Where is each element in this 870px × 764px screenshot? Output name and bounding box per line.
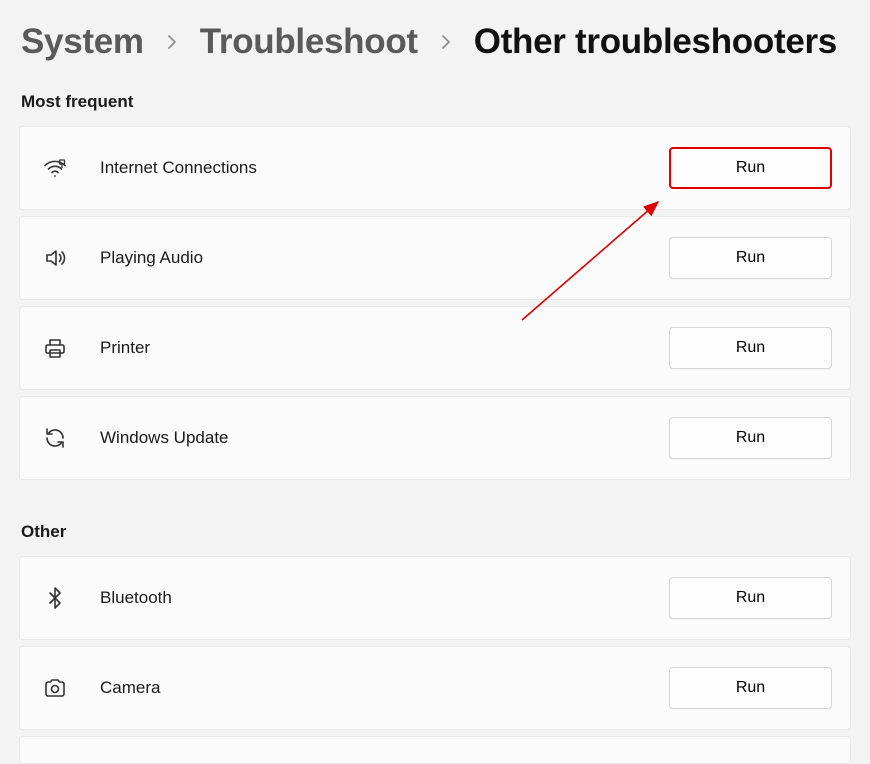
row-internet-connections: Internet Connections Run: [19, 126, 851, 210]
section-header-frequent: Most frequent: [0, 62, 870, 126]
frequent-list: Internet Connections Run Playing Audio R…: [0, 126, 870, 480]
camera-icon: [40, 673, 70, 703]
row-label: Windows Update: [100, 428, 229, 448]
row-label: Internet Connections: [100, 158, 257, 178]
breadcrumb: System Troubleshoot Other troubleshooter…: [0, 0, 870, 62]
chevron-right-icon: [438, 34, 454, 50]
run-button-printer[interactable]: Run: [669, 327, 832, 369]
run-button-bluetooth[interactable]: Run: [669, 577, 832, 619]
row-bluetooth: Bluetooth Run: [19, 556, 851, 640]
row-label: Camera: [100, 678, 160, 698]
row-camera: Camera Run: [19, 646, 851, 730]
wifi-icon: [40, 153, 70, 183]
run-button-camera[interactable]: Run: [669, 667, 832, 709]
breadcrumb-system[interactable]: System: [21, 22, 144, 62]
row-label: Playing Audio: [100, 248, 203, 268]
run-button-internet[interactable]: Run: [669, 147, 832, 189]
other-list: Bluetooth Run Camera Run: [0, 556, 870, 764]
run-button-audio[interactable]: Run: [669, 237, 832, 279]
chevron-right-icon: [164, 34, 180, 50]
row-playing-audio: Playing Audio Run: [19, 216, 851, 300]
section-header-other: Other: [0, 480, 870, 556]
speaker-icon: [40, 243, 70, 273]
row-label: Bluetooth: [100, 588, 172, 608]
breadcrumb-troubleshoot[interactable]: Troubleshoot: [200, 22, 418, 62]
row-printer: Printer Run: [19, 306, 851, 390]
run-button-update[interactable]: Run: [669, 417, 832, 459]
page-title: Other troubleshooters: [474, 22, 837, 62]
sync-icon: [40, 423, 70, 453]
row-windows-update: Windows Update Run: [19, 396, 851, 480]
printer-icon: [40, 333, 70, 363]
bluetooth-icon: [40, 583, 70, 613]
row-label: Printer: [100, 338, 150, 358]
row-cutoff: [19, 736, 851, 764]
